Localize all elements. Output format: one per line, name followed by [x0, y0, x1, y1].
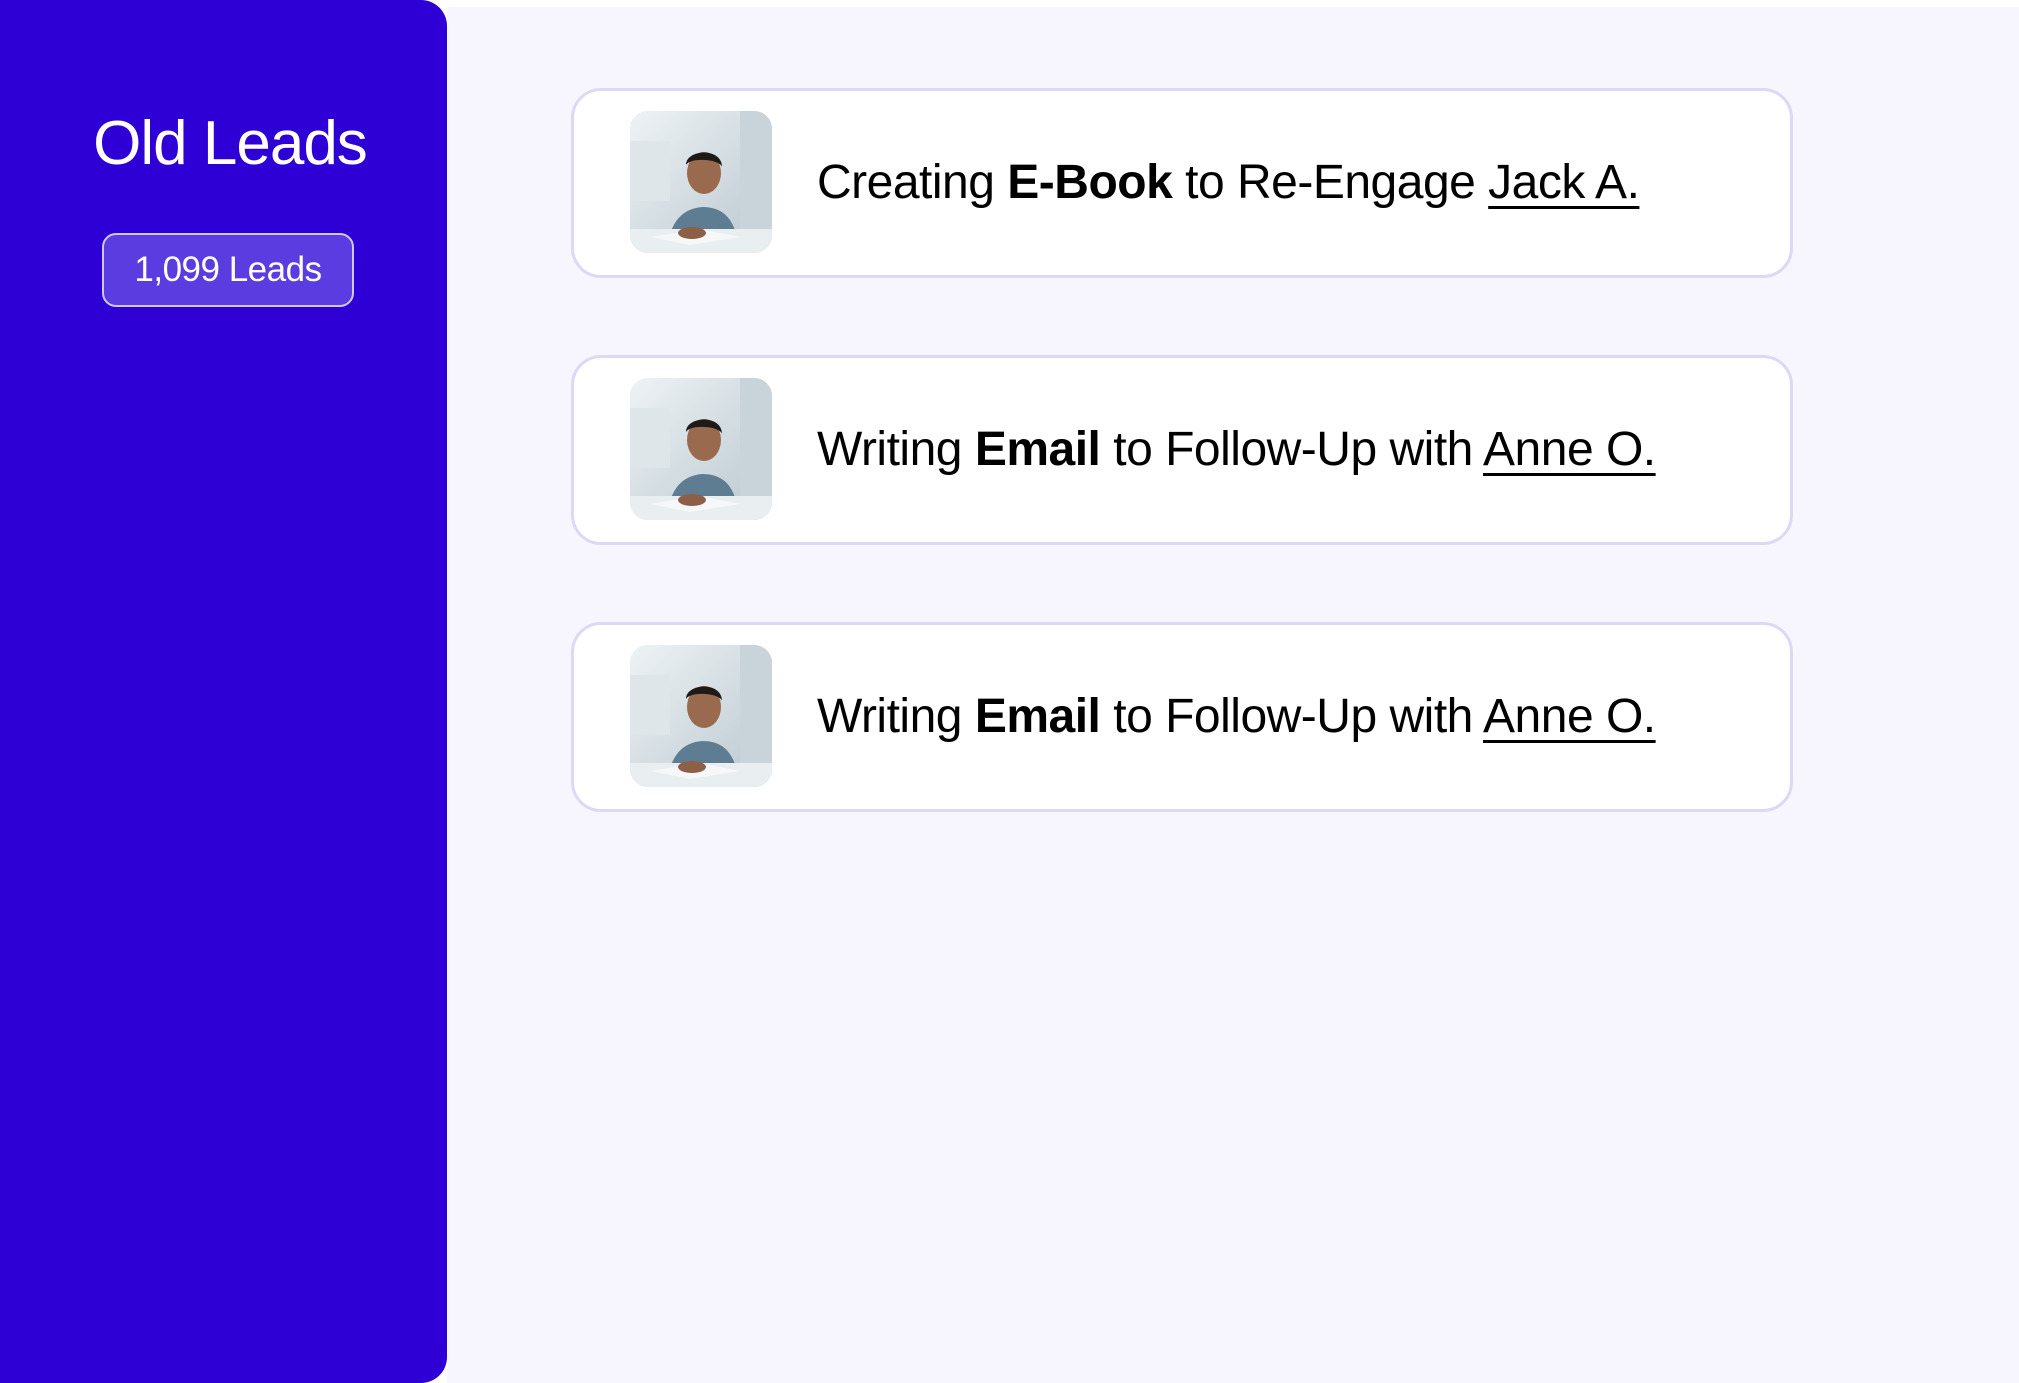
sidebar-title: Old Leads [93, 109, 368, 178]
task-purpose: to Follow-Up with [1113, 423, 1473, 476]
task-card[interactable]: Writing Email to Follow-Up with Anne O. [571, 622, 1793, 812]
task-purpose: to Follow-Up with [1113, 690, 1473, 743]
task-verb: Creating [817, 156, 995, 209]
lead-name-link[interactable]: Anne O. [1483, 690, 1656, 743]
avatar [630, 378, 772, 520]
app-root: Old Leads 1,099 Leads Creating E-Book to… [0, 0, 2019, 1383]
person-photo-icon [630, 378, 772, 520]
task-verb: Writing [817, 423, 962, 476]
avatar [630, 645, 772, 787]
task-asset: Email [974, 423, 1101, 476]
task-purpose: to Re-Engage [1185, 156, 1476, 209]
task-description: Writing Email to Follow-Up with Anne O. [817, 358, 1656, 542]
task-verb: Writing [817, 690, 962, 743]
task-list-panel: Creating E-Book to Re-Engage Jack A. Wri… [447, 7, 2019, 1383]
task-card[interactable]: Writing Email to Follow-Up with Anne O. [571, 355, 1793, 545]
person-photo-icon [630, 645, 772, 787]
lead-name-link[interactable]: Anne O. [1483, 423, 1656, 476]
task-card[interactable]: Creating E-Book to Re-Engage Jack A. [571, 88, 1793, 278]
sidebar: Old Leads 1,099 Leads [0, 0, 447, 1383]
avatar [630, 111, 772, 253]
lead-name-link[interactable]: Jack A. [1488, 156, 1640, 209]
task-asset: E-Book [1007, 156, 1173, 209]
leads-count-badge: 1,099 Leads [102, 233, 354, 307]
task-description: Writing Email to Follow-Up with Anne O. [817, 625, 1656, 809]
person-photo-icon [630, 111, 772, 253]
task-asset: Email [974, 690, 1101, 743]
task-description: Creating E-Book to Re-Engage Jack A. [817, 91, 1640, 275]
